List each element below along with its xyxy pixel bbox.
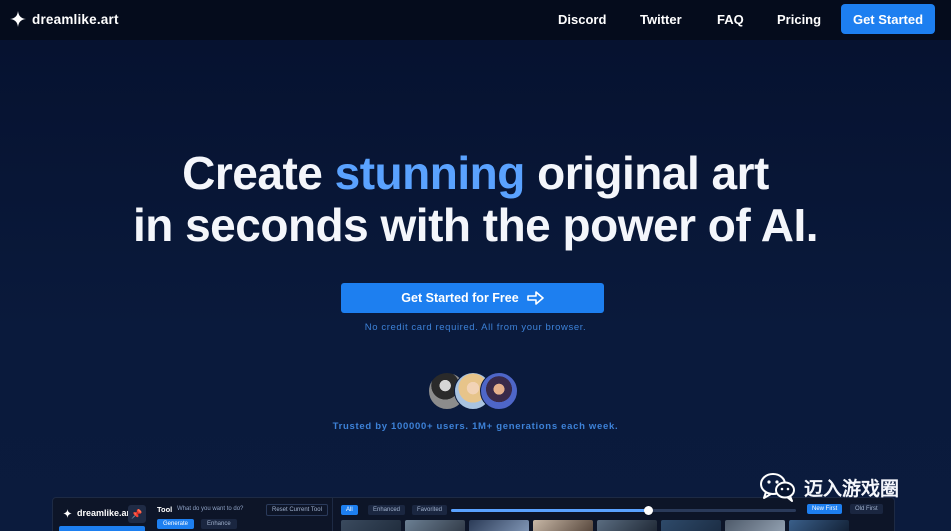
sparkle-icon [10, 11, 26, 27]
user-avatars [428, 372, 518, 412]
headline-part-2: original art [524, 147, 769, 199]
brand-logo[interactable]: dreamlike.art [10, 11, 119, 27]
image-thumbnail[interactable] [725, 520, 785, 531]
image-thumbnail[interactable] [533, 520, 593, 531]
nav-link-twitter[interactable]: Twitter [640, 12, 682, 27]
image-thumbnail[interactable] [469, 520, 529, 531]
headline-line-2: in seconds with the power of AI. [132, 199, 819, 251]
get-started-button[interactable]: Get Started [841, 4, 935, 34]
sparkle-icon [63, 508, 72, 518]
nav-link-faq[interactable]: FAQ [717, 12, 744, 27]
generate-tab[interactable]: Generate [157, 519, 195, 529]
enhance-tab[interactable]: Enhance [201, 519, 237, 529]
reset-tool-button[interactable]: Reset Current Tool [266, 504, 328, 516]
filter-enhanced[interactable]: Enhanced [368, 505, 406, 515]
watermark-text: 迈入游戏圈 [804, 477, 900, 500]
sort-new-first[interactable]: New First [807, 504, 843, 514]
preview-brand-name: dreamlike.art [77, 508, 134, 518]
filter-all[interactable]: All [341, 505, 358, 515]
top-navbar: dreamlike.art Discord Twitter FAQ Pricin… [0, 0, 951, 40]
arrow-right-icon [526, 291, 544, 305]
brand-name: dreamlike.art [32, 11, 119, 27]
slider-thumb[interactable] [643, 506, 653, 515]
pin-icon[interactable]: 📌 [128, 505, 146, 523]
get-started-free-button[interactable]: Get Started for Free [341, 283, 604, 313]
trusted-by-note: Trusted by 100000+ users. 1M+ generation… [332, 421, 619, 432]
tool-question: What do you want to do? [177, 506, 244, 512]
image-thumbnail[interactable] [597, 520, 657, 531]
image-thumbnail[interactable] [341, 520, 401, 531]
slider-fill [451, 509, 648, 512]
hero-cta-label: Get Started for Free [401, 291, 519, 305]
nav-link-discord[interactable]: Discord [558, 12, 606, 27]
preview-divider [332, 498, 333, 531]
nav-link-pricing[interactable]: Pricing [777, 12, 821, 27]
zoom-slider[interactable] [451, 506, 796, 515]
image-thumbnails [341, 520, 849, 531]
sort-old-first[interactable]: Old First [850, 504, 883, 514]
image-thumbnail[interactable] [405, 520, 465, 531]
image-thumbnail[interactable] [661, 520, 721, 531]
hero-headline: Create stunning original art in seconds … [0, 147, 951, 251]
wechat-logo-icon [760, 473, 795, 502]
filter-favorited[interactable]: Favorited [412, 505, 448, 515]
tool-label: Tool [157, 505, 173, 514]
no-credit-card-note: No credit card required. All from your b… [364, 322, 587, 333]
image-thumbnail[interactable] [789, 520, 849, 531]
avatar [480, 372, 518, 410]
preview-logo: dreamlike.art [63, 508, 133, 518]
headline-accent: stunning [334, 147, 526, 199]
headline-part-1: Create [182, 147, 335, 199]
app-preview: dreamlike.art 📌 Tool What do you want to… [52, 497, 895, 531]
preview-sidebar-button[interactable] [59, 526, 145, 531]
wechat-watermark: 迈入游戏圈 [760, 472, 899, 502]
